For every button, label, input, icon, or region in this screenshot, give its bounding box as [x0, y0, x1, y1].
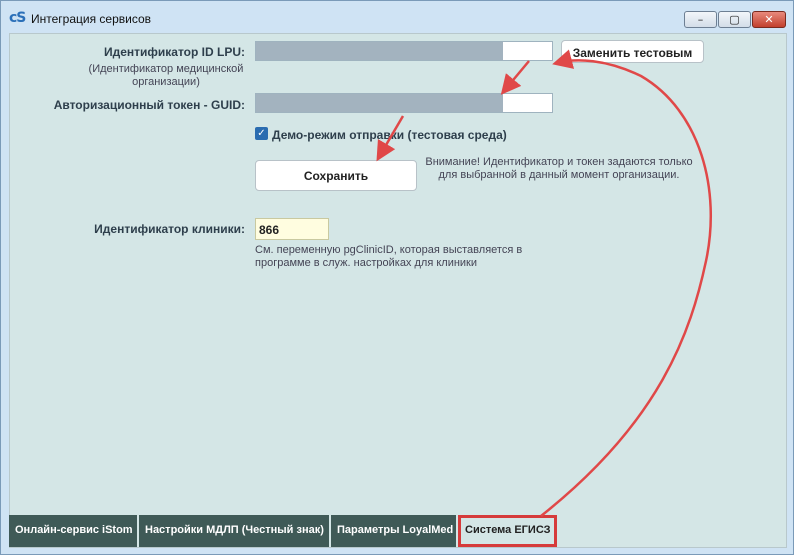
minimize-button[interactable]: – [684, 11, 717, 28]
token-masked-value [256, 94, 503, 112]
lpu-id-masked-value [256, 42, 503, 60]
app-logo-icon: cS [9, 10, 26, 26]
token-guid-input[interactable] [255, 93, 553, 113]
clinic-id-input[interactable]: 866 [255, 218, 329, 240]
lpu-id-input[interactable] [255, 41, 553, 61]
tab-egisz[interactable]: Система ЕГИСЗ [458, 515, 557, 547]
tab-mdlp[interactable]: Настройки МДЛП (Честный знак) [139, 515, 331, 547]
maximize-button[interactable]: ▢ [718, 11, 751, 28]
integration-window: cS Интеграция сервисов – ▢ ✕ Идентификат… [0, 0, 794, 555]
close-button[interactable]: ✕ [752, 11, 786, 28]
lpu-note: (Идентификатор медицинской организации) [88, 63, 244, 88]
tab-bar: Онлайн-сервис iStom Настройки МДЛП (Чест… [9, 515, 787, 548]
tab-istom[interactable]: Онлайн-сервис iStom [9, 515, 139, 547]
close-icon: ✕ [764, 13, 774, 26]
clinic-id-label: Идентификатор клиники: [94, 222, 245, 236]
window-title: Интеграция сервисов [31, 12, 152, 26]
save-button[interactable]: Сохранить [255, 160, 417, 191]
token-label: Авторизационный токен - GUID: [53, 98, 245, 112]
clinic-id-note: См. переменную pgClinicID, которая выста… [255, 244, 523, 269]
demo-mode-checkbox[interactable]: ✓ [255, 127, 268, 140]
minimize-icon: – [697, 13, 704, 26]
title-bar: cS Интеграция сервисов – ▢ ✕ [1, 1, 793, 33]
lpu-label: Идентификатор ID LPU: [103, 45, 245, 59]
demo-mode-label: Демо-режим отправки (тестовая среда) [272, 128, 507, 142]
replace-with-test-button[interactable]: Заменить тестовым [561, 40, 704, 63]
tab-loyalmed[interactable]: Параметры LoyalMed [331, 515, 458, 547]
maximize-icon: ▢ [729, 13, 740, 26]
warning-note: Внимание! Идентификатор и токен задаются… [425, 156, 693, 181]
